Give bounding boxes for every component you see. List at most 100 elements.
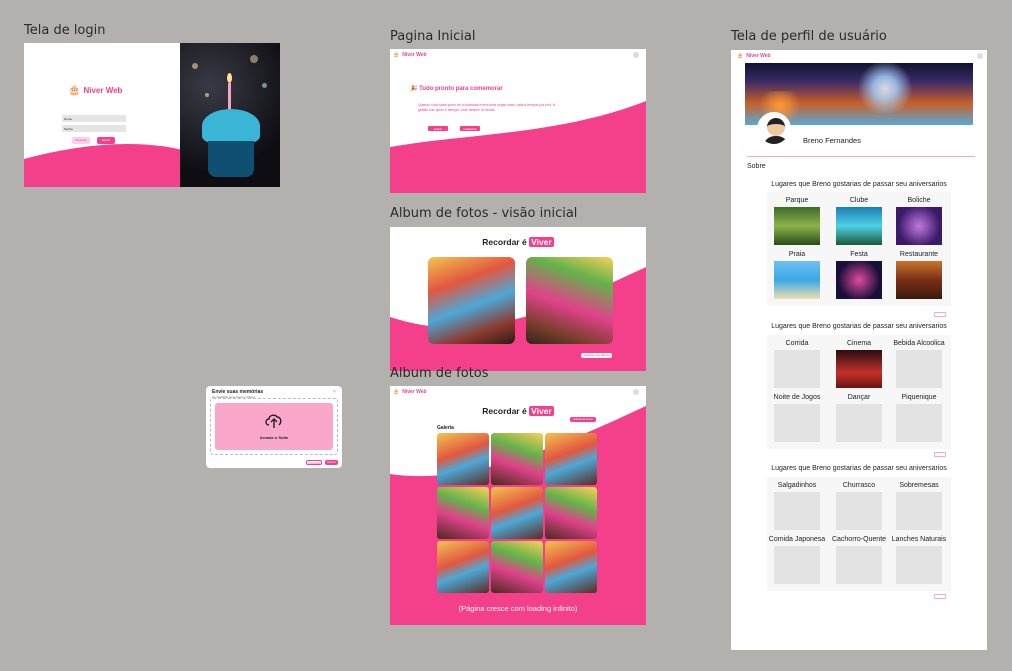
place-label: Dançar xyxy=(847,394,871,401)
place-label: Comida Japonesa xyxy=(768,536,826,543)
place-image-placeholder xyxy=(774,546,820,584)
place-image-placeholder xyxy=(836,492,882,530)
place-card[interactable]: Cachorro-Quente xyxy=(829,536,889,584)
place-label: Lanches Naturais xyxy=(891,536,947,543)
login-enter-button[interactable]: Entrar xyxy=(97,137,115,144)
place-card[interactable]: Praia xyxy=(767,251,827,299)
place-label: Praia xyxy=(788,251,806,258)
section-more-button[interactable] xyxy=(934,452,946,457)
place-card[interactable]: Parque xyxy=(767,197,827,245)
place-label: Cinema xyxy=(846,340,872,347)
heading-highlight: Viver xyxy=(529,237,554,247)
place-card[interactable]: Churrasco xyxy=(829,482,889,530)
place-card[interactable]: Restaurante xyxy=(889,251,949,299)
place-card[interactable]: Lanches Naturais xyxy=(889,536,949,584)
section-more-button[interactable] xyxy=(934,594,946,599)
place-label: Noite de Jogos xyxy=(773,394,821,401)
party-photo-1[interactable] xyxy=(428,257,515,344)
gallery-photo[interactable] xyxy=(545,433,597,485)
place-card[interactable]: Sobremesas xyxy=(889,482,949,530)
cake-icon: 🎂 xyxy=(737,53,744,59)
add-photos-button[interactable]: Adicionar fotos xyxy=(570,417,596,422)
home-wave-bg xyxy=(390,101,646,193)
heading-prefix: Recordar é xyxy=(482,406,530,416)
place-image-placeholder xyxy=(896,492,942,530)
place-label: Boliche xyxy=(907,197,931,204)
login-username-input[interactable]: Nome xyxy=(62,115,126,122)
profile-divider xyxy=(747,156,975,157)
place-image xyxy=(774,207,820,245)
avatar-icon[interactable] xyxy=(633,389,639,395)
place-image xyxy=(836,261,882,299)
place-card[interactable]: Piquenique xyxy=(889,394,949,442)
profile-frame: 🎂 Niver Web Breno Fernandes Sobre Lugare… xyxy=(731,50,987,650)
gallery-photo[interactable] xyxy=(437,433,489,485)
brand-name: Niver Web xyxy=(402,389,427,395)
gallery-label: Galeria xyxy=(437,425,454,431)
album-heading: Recordar é Viver xyxy=(390,406,646,416)
gallery-photo[interactable] xyxy=(437,541,489,593)
gallery-photo[interactable] xyxy=(545,541,597,593)
place-image xyxy=(896,207,942,245)
upload-cancel-button[interactable]: Cancelar xyxy=(306,460,322,465)
gallery-photo[interactable] xyxy=(491,487,543,539)
profile-logo: 🎂 Niver Web xyxy=(737,53,771,59)
home-body: Quando você sabe quem for a chamada e te… xyxy=(418,103,556,112)
album-access-button[interactable]: Acessar seu album xyxy=(581,353,612,358)
login-password-input[interactable]: Senha xyxy=(62,125,126,132)
heading-highlight: Viver xyxy=(529,406,554,416)
place-card[interactable]: Clube xyxy=(829,197,889,245)
place-label: Corrida xyxy=(785,340,809,347)
avatar-icon[interactable] xyxy=(633,52,639,58)
place-label: Festa xyxy=(850,251,868,258)
login-cancel-button[interactable]: Cancelar xyxy=(72,137,90,144)
upload-drop-label: Arraste o Solte xyxy=(259,435,289,440)
album-intro-heading: Recordar é Viver xyxy=(390,237,646,247)
gallery-photo[interactable] xyxy=(545,487,597,539)
cake-icon: 🎂 xyxy=(393,389,400,395)
party-photo-2[interactable] xyxy=(526,257,613,344)
upload-send-button[interactable]: Enviar xyxy=(325,460,338,465)
section-more-button[interactable] xyxy=(934,312,946,317)
upload-cloud-icon xyxy=(265,414,282,428)
place-label: Clube xyxy=(849,197,869,204)
section-title: Lugares que Breno gostarias de passar se… xyxy=(771,323,947,330)
gallery-grid xyxy=(437,433,597,593)
cake-icon: 🎂 xyxy=(68,85,81,96)
place-label: Churrasco xyxy=(842,482,876,489)
section-title: Lugares que Breno gostarias de passar se… xyxy=(771,181,947,188)
home-logo: 🎂 Niver Web xyxy=(393,52,427,58)
frame-title-login: Tela de login xyxy=(24,23,106,38)
place-card[interactable]: Comida Japonesa xyxy=(767,536,827,584)
frame-title-album-intro: Album de fotos - visão inicial xyxy=(390,206,578,221)
place-card[interactable]: Dançar xyxy=(829,394,889,442)
brand-name: Niver Web xyxy=(746,53,771,59)
about-label: Sobre xyxy=(747,163,766,170)
upload-dropzone[interactable]: Arraste o Solte xyxy=(215,403,333,450)
place-card[interactable]: Noite de Jogos xyxy=(767,394,827,442)
place-image-placeholder xyxy=(896,350,942,388)
heading-prefix: Recordar é xyxy=(482,237,530,247)
place-label: Piquenique xyxy=(901,394,937,401)
avatar-icon[interactable] xyxy=(977,53,983,59)
home-register-button[interactable]: Cadastrar xyxy=(459,125,481,132)
gallery-photo[interactable] xyxy=(491,433,543,485)
place-card[interactable]: Bebida Alcoolica xyxy=(889,340,949,388)
place-card[interactable]: Cinema xyxy=(829,340,889,388)
brand-name: Niver Web xyxy=(83,86,123,95)
close-icon[interactable]: × xyxy=(333,389,336,395)
place-card[interactable]: Salgadinhos xyxy=(767,482,827,530)
place-card[interactable]: Boliche xyxy=(889,197,949,245)
place-card[interactable]: Festa xyxy=(829,251,889,299)
infinite-loading-note: (Página cresce com loading infinito) xyxy=(458,604,578,613)
place-image-placeholder xyxy=(774,492,820,530)
home-headline: 🎉 Tudo pronto para comemorar xyxy=(410,86,503,92)
gallery-photo[interactable] xyxy=(491,541,543,593)
place-label: Cachorro-Quente xyxy=(831,536,887,543)
place-card[interactable]: Corrida xyxy=(767,340,827,388)
home-enter-button[interactable]: Entrar xyxy=(427,125,449,132)
cake-icon: 🎂 xyxy=(393,52,400,58)
gallery-photo[interactable] xyxy=(437,487,489,539)
album-frame: 🎂 Niver Web Recordar é Viver Adicionar f… xyxy=(390,386,646,625)
place-label: Restaurante xyxy=(899,251,939,258)
